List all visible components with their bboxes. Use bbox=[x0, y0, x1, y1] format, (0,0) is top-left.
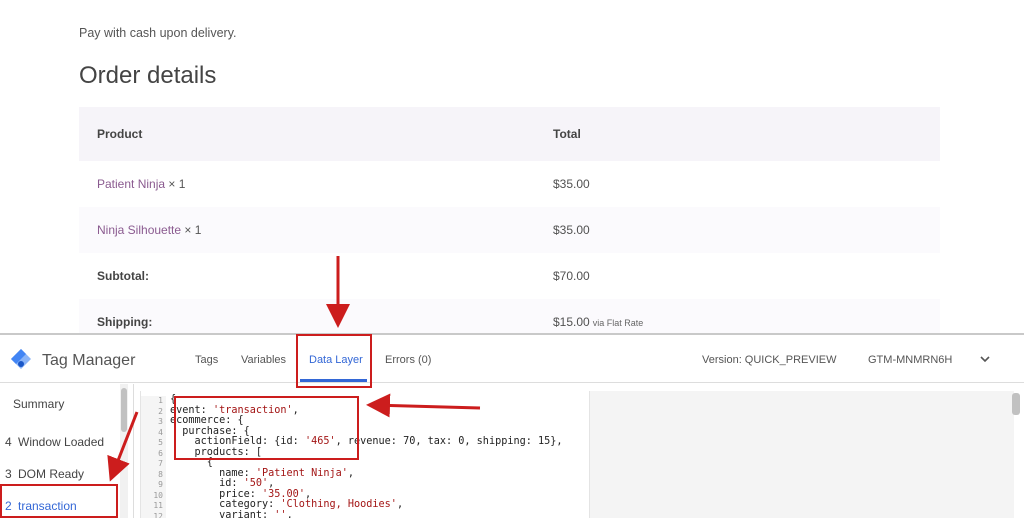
payment-note: Pay with cash upon delivery. bbox=[79, 26, 237, 40]
line-number-gutter: 1 2 3 4 5 6 7 8 9 10 11 12 bbox=[141, 396, 166, 518]
tag-manager-toolbar: Tag Manager Tags Variables Data Layer Er… bbox=[0, 335, 1024, 383]
line-number: 1 bbox=[158, 396, 163, 405]
product-link-patient-ninja[interactable]: Patient Ninja bbox=[97, 177, 165, 191]
tag-manager-logo-icon bbox=[11, 349, 31, 369]
line-number: 2 bbox=[158, 406, 163, 416]
line-number: 3 bbox=[158, 417, 163, 426]
code-line: price: '35.00', bbox=[170, 488, 312, 500]
line-number: 7 bbox=[158, 459, 163, 468]
subtotal-value: $70.00 bbox=[553, 269, 590, 283]
tag-manager-panel: Tag Manager Tags Variables Data Layer Er… bbox=[0, 333, 1024, 518]
sidebar-scrollbar-thumb[interactable] bbox=[121, 388, 127, 432]
line-number: 5 bbox=[158, 438, 163, 447]
event-number: 4 bbox=[5, 435, 12, 449]
sidebar-item-dom-ready[interactable]: 3 DOM Ready bbox=[0, 467, 122, 481]
table-header-row: Product Total bbox=[79, 107, 940, 161]
code-line: name: 'Patient Ninja', bbox=[170, 467, 355, 479]
line-number: 8 bbox=[158, 469, 163, 479]
code-line: variant: '', bbox=[170, 509, 293, 518]
product-qty: × 1 bbox=[184, 223, 202, 237]
code-panel-background bbox=[590, 391, 1014, 518]
version-label: Version: QUICK_PREVIEW bbox=[702, 354, 837, 366]
line-number: 12 bbox=[153, 511, 163, 518]
subtotal-label: Subtotal: bbox=[97, 269, 149, 283]
line-total: $35.00 bbox=[553, 223, 590, 237]
annotation-box-data-layer-tab bbox=[296, 334, 372, 388]
subtotal-row: Subtotal: $70.00 bbox=[79, 253, 940, 299]
line-number: 4 bbox=[158, 427, 163, 437]
shipping-method: via Flat Rate bbox=[592, 318, 644, 328]
annotation-box-event-code bbox=[174, 396, 359, 460]
tab-errors[interactable]: Errors (0) bbox=[385, 354, 431, 366]
product-qty: × 1 bbox=[168, 177, 186, 191]
table-row: Ninja Silhouette × 1 $35.00 bbox=[79, 207, 940, 253]
code-line: category: 'Clothing, Hoodies', bbox=[170, 499, 404, 510]
annotation-box-transaction-event bbox=[0, 484, 118, 518]
event-number: 3 bbox=[5, 467, 12, 481]
code-line: id: '50', bbox=[170, 478, 275, 489]
line-total: $35.00 bbox=[553, 177, 590, 191]
tab-variables[interactable]: Variables bbox=[241, 354, 286, 366]
line-number: 9 bbox=[158, 480, 163, 489]
table-row: Patient Ninja × 1 $35.00 bbox=[79, 161, 940, 207]
line-number: 6 bbox=[158, 448, 163, 458]
order-details-heading: Order details bbox=[79, 62, 217, 89]
line-number: 11 bbox=[153, 501, 163, 510]
event-label: Window Loaded bbox=[18, 435, 105, 449]
column-product: Product bbox=[97, 127, 143, 141]
shipping-value: $15.00 bbox=[553, 315, 590, 329]
order-details-table: Product Total Patient Ninja × 1 $35.00 N… bbox=[79, 107, 940, 345]
sidebar-item-summary[interactable]: Summary bbox=[13, 397, 135, 411]
tag-manager-title: Tag Manager bbox=[42, 352, 136, 369]
chevron-down-icon[interactable] bbox=[978, 352, 992, 366]
tab-tags[interactable]: Tags bbox=[195, 354, 218, 366]
column-total: Total bbox=[553, 127, 581, 141]
sidebar-item-window-loaded[interactable]: 4 Window Loaded bbox=[0, 435, 122, 449]
line-number: 10 bbox=[153, 490, 163, 500]
container-id: GTM-MNMRN6H bbox=[868, 354, 953, 366]
product-link-ninja-silhouette[interactable]: Ninja Silhouette bbox=[97, 223, 181, 237]
event-label: DOM Ready bbox=[18, 467, 85, 481]
main-scrollbar-thumb[interactable] bbox=[1012, 393, 1020, 415]
